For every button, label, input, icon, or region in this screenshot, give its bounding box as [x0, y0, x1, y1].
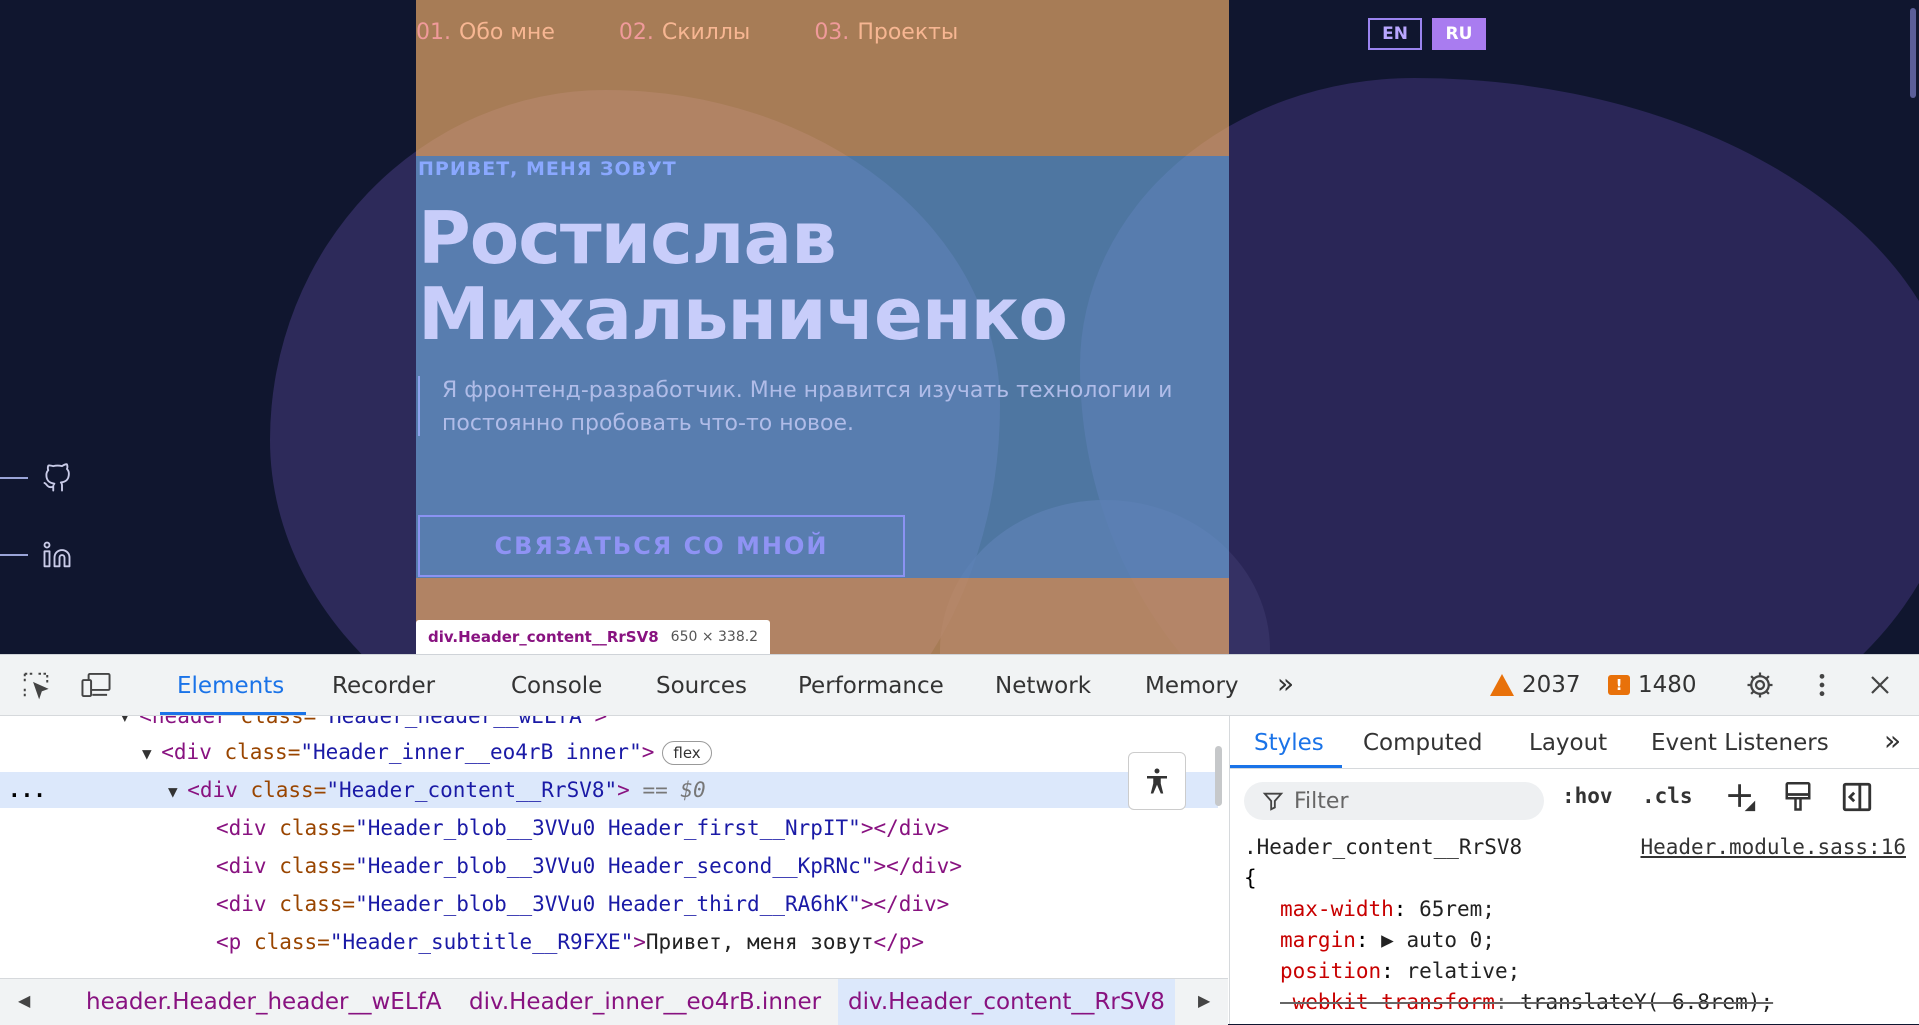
- tab-recorder[interactable]: Recorder: [332, 673, 435, 699]
- dom-node-inner[interactable]: ▼ <div class="Header_inner__eo4rB inner"…: [0, 734, 1228, 770]
- warnings-count: 2037: [1522, 672, 1581, 698]
- nav-number: 03.: [814, 20, 850, 45]
- flex-badge[interactable]: flex: [662, 741, 712, 765]
- tab-computed[interactable]: Computed: [1363, 730, 1482, 756]
- active-tab-indicator: [160, 712, 306, 715]
- cls-toggle[interactable]: .cls: [1642, 784, 1693, 808]
- device-toggle-icon[interactable]: [80, 669, 112, 701]
- css-rule: .Header_content__RrSV8 Header.module.sas…: [1244, 832, 1914, 1018]
- warning-icon: [1490, 674, 1514, 696]
- github-icon: [43, 463, 70, 492]
- hero-title-line: Михальниченко: [418, 272, 1068, 356]
- issues-badge[interactable]: ! 1480: [1608, 672, 1697, 698]
- tooltip-element-size: 650 × 338.2: [670, 629, 759, 645]
- breadcrumb-item-content[interactable]: div.Header_content__RrSV8: [838, 979, 1175, 1025]
- tab-event-listeners[interactable]: Event Listeners: [1651, 730, 1829, 756]
- accessibility-tree-button[interactable]: [1128, 752, 1186, 810]
- devtools-panel: Elements Recorder Console Sources Perfor…: [0, 655, 1919, 1025]
- social-line: [0, 554, 28, 556]
- more-tabs-icon[interactable]: »: [1884, 724, 1901, 757]
- new-rule-icon[interactable]: [1724, 780, 1758, 819]
- breadcrumb-left-arrow[interactable]: ◀: [18, 991, 30, 1010]
- hero-subtitle: Привет, меня зовут: [418, 158, 677, 180]
- breadcrumb-item-inner[interactable]: div.Header_inner__eo4rB.inner: [469, 989, 821, 1015]
- filter-placeholder: Filter: [1294, 788, 1349, 814]
- devtools-toolbar: Elements Recorder Console Sources Perfor…: [0, 655, 1919, 716]
- active-tab-indicator: [1230, 765, 1342, 768]
- nav-label: Скиллы: [661, 20, 751, 45]
- nav-item-projects[interactable]: 03. Проекты: [814, 20, 958, 45]
- tooltip-element-name: div.Header_content__RrSV8: [428, 628, 659, 646]
- toggle-sidebar-icon[interactable]: [1840, 780, 1874, 819]
- hov-toggle[interactable]: :hov: [1562, 784, 1613, 808]
- contact-button[interactable]: Связаться со мной: [418, 515, 905, 577]
- page-viewport: 01. Обо мне 02. Скиллы 03. Проекты EN RU Пр…: [0, 0, 1919, 655]
- nav-item-about[interactable]: 01. Обо мне: [416, 20, 555, 45]
- hero-title: Ростислав Михальниченко: [418, 196, 1068, 356]
- paintbrush-icon[interactable]: [1783, 780, 1813, 819]
- hero-title-line: Ростислав: [418, 196, 837, 280]
- warnings-badge[interactable]: 2037: [1490, 672, 1581, 698]
- nav-label: Обо мне: [459, 20, 555, 45]
- dom-tree: ▾ <header class="Header_header__wELfA"> …: [0, 716, 1228, 978]
- css-declaration[interactable]: max-width: 65rem;: [1244, 894, 1914, 925]
- lang-en-button[interactable]: EN: [1368, 18, 1422, 50]
- dom-node-blob-first[interactable]: <div class="Header_blob__3VVu0 Header_fi…: [0, 810, 1228, 846]
- close-icon[interactable]: [1864, 669, 1896, 701]
- node-actions[interactable]: ...: [0, 772, 168, 808]
- tab-sources[interactable]: Sources: [656, 673, 747, 699]
- page-scrollbar[interactable]: [1910, 8, 1916, 98]
- tab-network[interactable]: Network: [995, 673, 1091, 699]
- nav-item-skills[interactable]: 02. Скиллы: [619, 20, 750, 45]
- dom-node-blob-third[interactable]: <div class="Header_blob__3VVu0 Header_th…: [0, 886, 1228, 922]
- breadcrumb-item-header[interactable]: header.Header_header__wELfA: [86, 989, 442, 1015]
- css-declaration-overridden[interactable]: -webkit-transform: translateY(-6.8rem);: [1244, 987, 1914, 1018]
- social-linkedin[interactable]: [0, 535, 80, 575]
- inspect-tooltip: div.Header_content__RrSV8 650 × 338.2: [416, 620, 771, 654]
- hero-description: Я фронтенд-разработчик. Мне нравится изу…: [442, 378, 1173, 436]
- css-declaration[interactable]: margin: ▶ auto 0;: [1244, 925, 1914, 956]
- linkedin-icon: [43, 541, 71, 568]
- rule-selector[interactable]: .Header_content__RrSV8: [1244, 835, 1522, 859]
- language-switcher: EN RU: [1368, 18, 1486, 50]
- main-nav: 01. Обо мне 02. Скиллы 03. Проекты: [416, 20, 958, 45]
- issues-icon: !: [1608, 675, 1630, 695]
- nav-number: 01.: [416, 20, 451, 45]
- tab-layout[interactable]: Layout: [1529, 730, 1607, 756]
- inspect-element-icon[interactable]: [20, 669, 52, 701]
- breadcrumb-right-arrow[interactable]: ▶: [1198, 991, 1210, 1010]
- tab-elements[interactable]: Elements: [177, 673, 284, 699]
- nav-label: Проекты: [857, 20, 959, 45]
- more-tabs-icon[interactable]: »: [1277, 667, 1294, 700]
- tab-performance[interactable]: Performance: [798, 673, 944, 699]
- styles-pane: Styles Computed Layout Event Listeners »…: [1229, 716, 1919, 1024]
- tab-console[interactable]: Console: [511, 673, 602, 699]
- breadcrumb: ◀ header.Header_header__wELfA div.Header…: [0, 978, 1228, 1025]
- description-accent: [418, 376, 420, 436]
- filter-icon: [1262, 792, 1284, 811]
- tab-styles[interactable]: Styles: [1254, 730, 1324, 756]
- dom-node-content-selected[interactable]: ... ▼ <div class="Header_content__RrSV8">…: [0, 772, 1218, 808]
- dom-node-header[interactable]: ▾ <header class="Header_header__wELfA">: [0, 716, 1228, 734]
- accessibility-icon: [1147, 768, 1167, 794]
- lang-ru-button[interactable]: RU: [1432, 18, 1486, 50]
- settings-gear-icon[interactable]: [1744, 669, 1776, 701]
- styles-tabs: Styles Computed Layout Event Listeners »: [1230, 716, 1919, 769]
- rule-source-link[interactable]: Header.module.sass:16: [1640, 832, 1906, 863]
- css-declaration[interactable]: position: relative;: [1244, 956, 1914, 987]
- dom-node-blob-second[interactable]: <div class="Header_blob__3VVu0 Header_se…: [0, 848, 1228, 884]
- styles-filter-input[interactable]: Filter: [1244, 782, 1544, 820]
- tab-memory[interactable]: Memory: [1145, 673, 1239, 699]
- dom-node-subtitle[interactable]: <p class="Header_subtitle__R9FXE">Привет…: [0, 924, 1228, 960]
- issues-count: 1480: [1638, 672, 1697, 698]
- dom-scrollbar[interactable]: [1215, 746, 1222, 806]
- social-line: [0, 477, 28, 479]
- rule-open-brace: {: [1244, 866, 1257, 890]
- social-github[interactable]: [0, 458, 80, 498]
- nav-number: 02.: [618, 20, 654, 45]
- more-options-icon[interactable]: [1806, 669, 1838, 701]
